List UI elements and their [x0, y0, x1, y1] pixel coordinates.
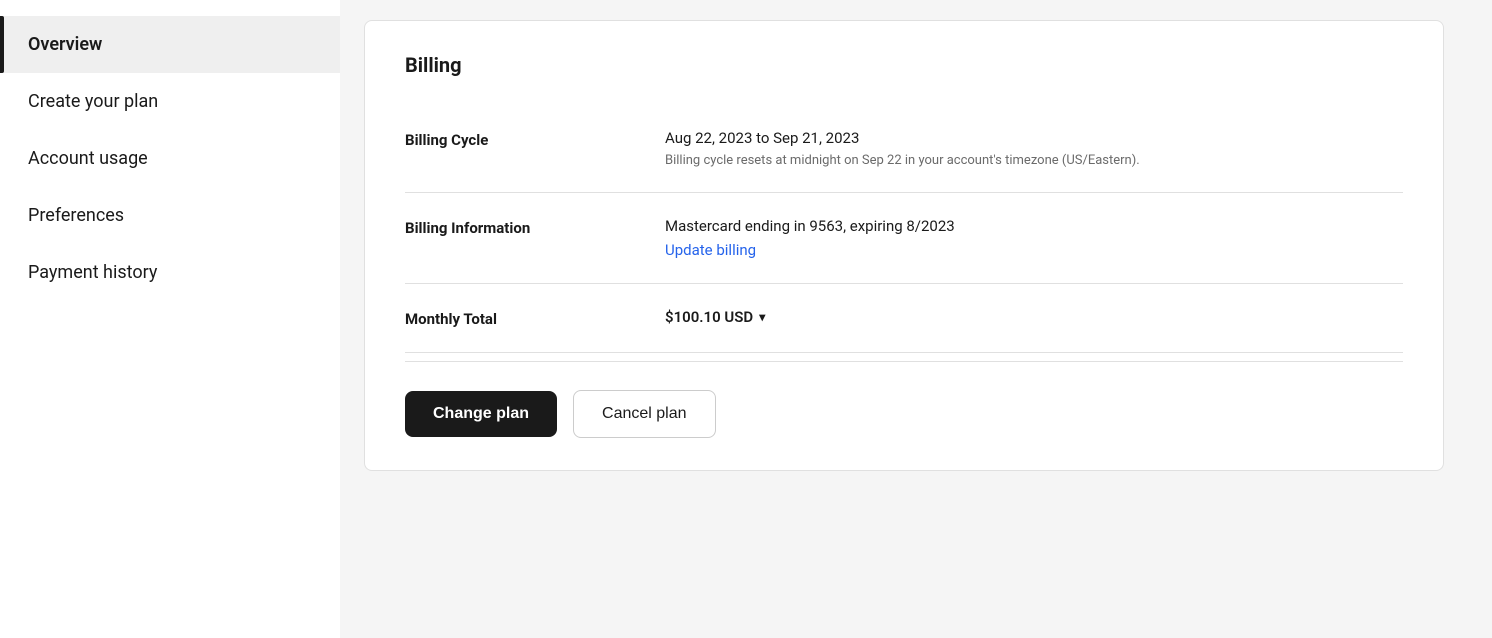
- sidebar: Overview Create your plan Account usage …: [0, 0, 340, 638]
- sidebar-item-label: Overview: [28, 34, 102, 55]
- chevron-down-icon: ▾: [759, 310, 765, 324]
- billing-cycle-value: Aug 22, 2023 to Sep 21, 2023 Billing cyc…: [665, 129, 1403, 168]
- billing-information-value: Mastercard ending in 9563, expiring 8/20…: [665, 217, 1403, 259]
- sidebar-item-account-usage[interactable]: Account usage: [0, 130, 340, 187]
- sidebar-item-label: Create your plan: [28, 91, 158, 112]
- main-content: Billing Billing Cycle Aug 22, 2023 to Se…: [340, 0, 1492, 638]
- billing-information-row: Billing Information Mastercard ending in…: [405, 193, 1403, 284]
- sidebar-item-label: Payment history: [28, 262, 157, 283]
- page-layout: Overview Create your plan Account usage …: [0, 0, 1492, 638]
- billing-card: Billing Billing Cycle Aug 22, 2023 to Se…: [364, 20, 1444, 471]
- monthly-total-amount: $100.10 USD: [665, 308, 753, 326]
- monthly-total-row: Monthly Total $100.10 USD ▾: [405, 284, 1403, 353]
- billing-information-label: Billing Information: [405, 217, 665, 237]
- update-billing-link[interactable]: Update billing: [665, 241, 756, 259]
- actions-row: Change plan Cancel plan: [405, 361, 1403, 438]
- sidebar-item-create-your-plan[interactable]: Create your plan: [0, 73, 340, 130]
- card-info-text: Mastercard ending in 9563, expiring 8/20…: [665, 217, 1403, 235]
- billing-title: Billing: [405, 53, 1403, 77]
- monthly-total-label: Monthly Total: [405, 308, 665, 328]
- monthly-total-value: $100.10 USD ▾: [665, 308, 1403, 326]
- billing-cycle-note: Billing cycle resets at midnight on Sep …: [665, 153, 1403, 168]
- sidebar-item-payment-history[interactable]: Payment history: [0, 244, 340, 301]
- change-plan-button[interactable]: Change plan: [405, 391, 557, 437]
- cancel-plan-button[interactable]: Cancel plan: [573, 390, 716, 438]
- billing-cycle-dates: Aug 22, 2023 to Sep 21, 2023: [665, 129, 1403, 147]
- billing-cycle-row: Billing Cycle Aug 22, 2023 to Sep 21, 20…: [405, 105, 1403, 193]
- sidebar-item-label: Account usage: [28, 148, 148, 169]
- sidebar-item-preferences[interactable]: Preferences: [0, 187, 340, 244]
- sidebar-item-overview[interactable]: Overview: [0, 16, 340, 73]
- billing-cycle-label: Billing Cycle: [405, 129, 665, 149]
- monthly-total-amount-container[interactable]: $100.10 USD ▾: [665, 308, 1403, 326]
- sidebar-item-label: Preferences: [28, 205, 124, 226]
